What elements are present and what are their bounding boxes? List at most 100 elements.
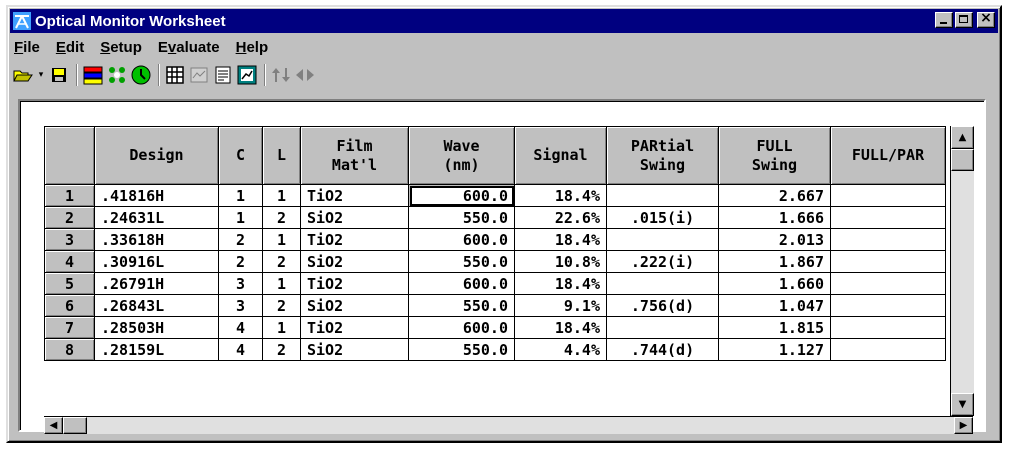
- cell-wave[interactable]: 600.0: [408, 184, 515, 207]
- cell-partial-swing[interactable]: [606, 184, 719, 207]
- menu-file[interactable]: File: [12, 39, 48, 56]
- horizontal-scroll-thumb[interactable]: [63, 417, 87, 434]
- cell-wave[interactable]: 550.0: [408, 294, 515, 317]
- col-header-film[interactable]: Film Mat'l: [300, 126, 409, 185]
- cell-design[interactable]: .33618H: [94, 228, 219, 251]
- cell-full-swing[interactable]: 2.667: [718, 184, 831, 207]
- cell-full-par[interactable]: [830, 294, 946, 317]
- cell-full-swing[interactable]: 1.815: [718, 316, 831, 339]
- save-disk-icon[interactable]: [48, 64, 70, 86]
- col-header-partial-swing[interactable]: PARtial Swing: [606, 126, 719, 185]
- cell-film[interactable]: SiO2: [300, 294, 409, 317]
- table-row[interactable]: 7.28503H 4 1 TiO2 600.0 18.4% 1.815: [44, 316, 946, 339]
- chart-icon[interactable]: [188, 64, 210, 86]
- menu-setup[interactable]: Setup: [92, 39, 150, 56]
- menu-evaluate[interactable]: Evaluate: [150, 39, 228, 56]
- cell-partial-swing[interactable]: .015(i): [606, 206, 719, 229]
- up-down-arrows-icon[interactable]: [270, 64, 292, 86]
- cell-c[interactable]: 4: [218, 316, 263, 339]
- cell-full-swing[interactable]: 2.013: [718, 228, 831, 251]
- col-header-design[interactable]: Design: [94, 126, 219, 185]
- cell-signal[interactable]: 18.4%: [514, 316, 607, 339]
- row-number[interactable]: 6: [44, 294, 95, 317]
- cell-c[interactable]: 1: [218, 184, 263, 207]
- left-right-arrows-icon[interactable]: [294, 64, 316, 86]
- cell-partial-swing[interactable]: [606, 228, 719, 251]
- table-row[interactable]: 5.26791H 3 1 TiO2 600.0 18.4% 1.660: [44, 272, 946, 295]
- color-bars-icon[interactable]: [82, 64, 104, 86]
- row-number[interactable]: 2: [44, 206, 95, 229]
- cell-film[interactable]: TiO2: [300, 228, 409, 251]
- col-header-full-swing[interactable]: FULL Swing: [718, 126, 831, 185]
- cell-design[interactable]: .26791H: [94, 272, 219, 295]
- table-row[interactable]: 2.24631L 1 2 SiO2 550.0 22.6% .015(i) 1.666: [44, 206, 946, 229]
- cell-design[interactable]: .41816H: [94, 184, 219, 207]
- cell-c[interactable]: 1: [218, 206, 263, 229]
- cell-full-par[interactable]: [830, 338, 946, 361]
- col-header-wave[interactable]: Wave (nm): [408, 126, 515, 185]
- cell-partial-swing[interactable]: .222(i): [606, 250, 719, 273]
- col-header-l[interactable]: L: [262, 126, 301, 185]
- cell-l[interactable]: 2: [262, 294, 301, 317]
- cell-film[interactable]: TiO2: [300, 272, 409, 295]
- cell-l[interactable]: 1: [262, 316, 301, 339]
- cell-full-swing[interactable]: 1.666: [718, 206, 831, 229]
- open-folder-icon[interactable]: [12, 64, 34, 86]
- scroll-right-button[interactable]: ▶: [954, 417, 973, 434]
- cell-c[interactable]: 4: [218, 338, 263, 361]
- document-icon[interactable]: [212, 64, 234, 86]
- cell-wave[interactable]: 550.0: [408, 338, 515, 361]
- cell-signal[interactable]: 4.4%: [514, 338, 607, 361]
- maximize-button[interactable]: [955, 12, 973, 28]
- corner-header[interactable]: [44, 126, 95, 185]
- cell-full-par[interactable]: [830, 184, 946, 207]
- cell-full-swing[interactable]: 1.047: [718, 294, 831, 317]
- cell-c[interactable]: 2: [218, 250, 263, 273]
- table-row[interactable]: 4.30916L 2 2 SiO2 550.0 10.8% .222(i) 1.867: [44, 250, 946, 273]
- col-header-c[interactable]: C: [218, 126, 263, 185]
- grid-table-icon[interactable]: [164, 64, 186, 86]
- cell-signal[interactable]: 18.4%: [514, 228, 607, 251]
- circles-icon[interactable]: [106, 64, 128, 86]
- cell-l[interactable]: 2: [262, 206, 301, 229]
- row-number[interactable]: 1: [44, 184, 95, 207]
- cell-signal[interactable]: 10.8%: [514, 250, 607, 273]
- cell-l[interactable]: 1: [262, 272, 301, 295]
- vertical-scrollbar[interactable]: ▲ ▼: [950, 126, 974, 416]
- cell-wave[interactable]: 600.0: [408, 316, 515, 339]
- cell-design[interactable]: .24631L: [94, 206, 219, 229]
- cell-wave[interactable]: 600.0: [408, 228, 515, 251]
- cell-l[interactable]: 1: [262, 228, 301, 251]
- cell-design[interactable]: .28159L: [94, 338, 219, 361]
- cell-signal[interactable]: 9.1%: [514, 294, 607, 317]
- cell-c[interactable]: 3: [218, 294, 263, 317]
- cell-partial-swing[interactable]: [606, 316, 719, 339]
- cell-film[interactable]: TiO2: [300, 184, 409, 207]
- cell-design[interactable]: .28503H: [94, 316, 219, 339]
- cell-full-swing[interactable]: 1.660: [718, 272, 831, 295]
- cell-full-par[interactable]: [830, 272, 946, 295]
- row-number[interactable]: 7: [44, 316, 95, 339]
- cell-l[interactable]: 1: [262, 184, 301, 207]
- col-header-signal[interactable]: Signal: [514, 126, 607, 185]
- vertical-scroll-track[interactable]: [951, 171, 974, 393]
- scroll-up-button[interactable]: ▲: [951, 126, 974, 149]
- cell-full-par[interactable]: [830, 206, 946, 229]
- scroll-left-button[interactable]: ◀: [44, 417, 63, 434]
- cell-partial-swing[interactable]: [606, 272, 719, 295]
- cell-film[interactable]: SiO2: [300, 250, 409, 273]
- plot-icon[interactable]: [236, 64, 258, 86]
- title-bar[interactable]: Optical Monitor Worksheet ×: [10, 9, 998, 33]
- cell-film[interactable]: SiO2: [300, 206, 409, 229]
- table-row[interactable]: 3.33618H 2 1 TiO2 600.0 18.4% 2.013: [44, 228, 946, 251]
- cell-wave[interactable]: 600.0: [408, 272, 515, 295]
- cell-wave[interactable]: 550.0: [408, 206, 515, 229]
- table-row[interactable]: 1.41816H 1 1 TiO2 600.0 18.4% 2.667: [44, 184, 946, 207]
- vertical-scroll-thumb[interactable]: [951, 149, 974, 171]
- col-header-full-par[interactable]: FULL/PAR: [830, 126, 946, 185]
- open-dropdown-arrow[interactable]: ▾: [36, 64, 46, 86]
- cell-signal[interactable]: 22.6%: [514, 206, 607, 229]
- cell-full-par[interactable]: [830, 316, 946, 339]
- table-row[interactable]: 6.26843L 3 2 SiO2 550.0 9.1% .756(d) 1.047: [44, 294, 946, 317]
- table-row[interactable]: 8.28159L 4 2 SiO2 550.0 4.4% .744(d) 1.127: [44, 338, 946, 361]
